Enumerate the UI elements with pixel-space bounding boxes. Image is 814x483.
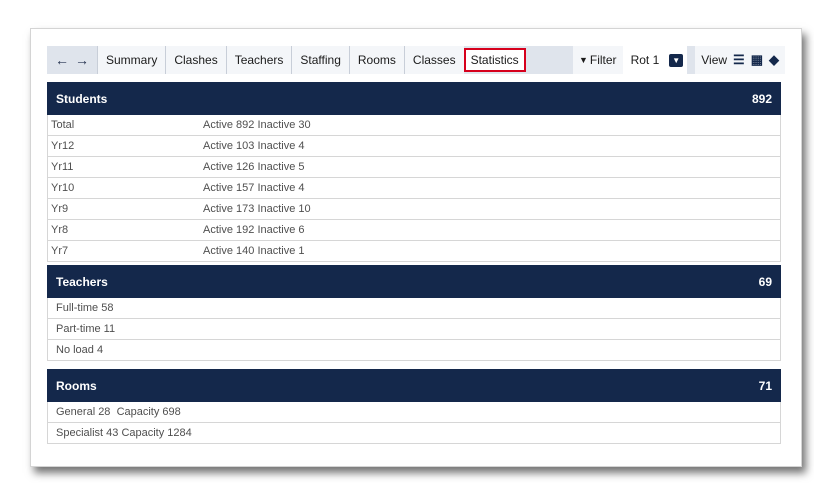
rotation-select[interactable]: Rot 1 ▼ <box>622 46 688 74</box>
row-label: Yr8 <box>51 224 69 236</box>
capacity-value: Capacity 698 <box>116 406 181 418</box>
history-nav: ← → <box>47 46 97 74</box>
table-row: Yr9 Active 173 Inactive 10 <box>48 198 780 219</box>
teachers-table: Full-time 58 Part-time 11 No load 4 <box>47 298 781 361</box>
active-count: Active 173 <box>203 203 255 215</box>
inactive-count: Inactive 4 <box>257 140 305 152</box>
filter-button[interactable]: ▼ Filter <box>573 46 623 74</box>
row-label: Yr10 <box>51 182 75 194</box>
row-label: Part-time 11 <box>56 323 116 335</box>
inactive-count: Inactive 1 <box>257 245 305 257</box>
table-row: Yr11 Active 126 Inactive 5 <box>48 156 780 177</box>
filter-group: ▼ Filter Rot 1 ▼ <box>572 46 688 74</box>
students-table: Total Active 892 Inactive 30 Yr12 Active… <box>47 115 781 262</box>
row-label: Yr11 <box>51 161 74 173</box>
row-label: Yr12 <box>51 140 75 152</box>
row-label: Full-time 58 <box>56 302 114 314</box>
table-row: Yr10 Active 157 Inactive 4 <box>48 177 780 198</box>
tab-clashes[interactable]: Clashes <box>165 46 226 74</box>
filter-icon: ▼ <box>578 55 588 65</box>
students-header: Students 892 <box>47 82 781 115</box>
students-total: 892 <box>751 91 772 106</box>
view-label: View <box>701 53 728 67</box>
inactive-count: Inactive 6 <box>257 224 305 236</box>
inactive-count: Inactive 5 <box>257 161 305 173</box>
table-row: Yr7 Active 140 Inactive 1 <box>48 240 780 261</box>
tab-statistics[interactable]: Statistics <box>463 48 526 72</box>
row-label: Specialist 43 <box>56 427 119 439</box>
tab-teachers[interactable]: Teachers <box>225 46 292 74</box>
table-row: Specialist 43 Capacity 1284 <box>48 422 780 443</box>
active-count: Active 892 <box>203 119 255 131</box>
help-icon[interactable]: ◆ <box>769 52 779 68</box>
view-group: View ☰ ▦ ◆ <box>695 46 785 74</box>
rooms-title: Rooms <box>56 378 97 393</box>
table-row: No load 4 <box>48 339 780 360</box>
active-count: Active 157 <box>203 182 255 194</box>
chevron-down-icon: ▼ <box>669 53 684 67</box>
row-label: Yr9 <box>51 203 69 215</box>
tab-rooms[interactable]: Rooms <box>348 46 404 74</box>
table-row: Full-time 58 <box>48 298 780 318</box>
arrow-left-icon[interactable]: ← <box>55 52 69 68</box>
tab-staffing[interactable]: Staffing <box>291 46 349 74</box>
statistics-panel: ← → Summary Clashes Teachers Staffing Ro… <box>30 28 802 467</box>
active-count: Active 103 <box>203 140 255 152</box>
row-label: Yr7 <box>51 245 69 257</box>
filter-label: Filter <box>589 53 617 67</box>
table-row: Yr8 Active 192 Inactive 6 <box>48 219 780 240</box>
row-label: General 28 <box>56 406 111 418</box>
inactive-count: Inactive 4 <box>257 182 305 194</box>
capacity-value: Capacity 1284 <box>121 427 192 439</box>
rooms-header: Rooms 71 <box>47 369 781 402</box>
row-label: No load 4 <box>56 344 104 356</box>
students-title: Students <box>56 91 108 106</box>
table-row: Total Active 892 Inactive 30 <box>48 115 780 135</box>
inactive-count: Inactive 10 <box>257 203 311 215</box>
table-view-icon[interactable]: ▦ <box>751 52 763 68</box>
arrow-right-icon[interactable]: → <box>75 52 89 68</box>
teachers-header: Teachers 69 <box>47 265 781 298</box>
toolbar: ← → Summary Clashes Teachers Staffing Ro… <box>47 46 785 74</box>
active-count: Active 192 <box>203 224 255 236</box>
teachers-title: Teachers <box>56 274 108 289</box>
row-label: Total <box>51 119 75 131</box>
tab-summary[interactable]: Summary <box>97 46 166 74</box>
tab-classes[interactable]: Classes <box>403 46 464 74</box>
table-row: General 28 Capacity 698 <box>48 402 780 422</box>
teachers-total: 69 <box>758 274 772 289</box>
inactive-count: Inactive 30 <box>257 119 311 131</box>
active-count: Active 140 <box>203 245 255 257</box>
list-view-icon[interactable]: ☰ <box>733 52 745 68</box>
table-row: Yr12 Active 103 Inactive 4 <box>48 135 780 156</box>
rooms-total: 71 <box>758 378 772 393</box>
table-row: Part-time 11 <box>48 318 780 339</box>
active-count: Active 126 <box>203 161 255 173</box>
rotation-value: Rot 1 <box>630 53 660 67</box>
rooms-table: General 28 Capacity 698 Specialist 43 Ca… <box>47 402 781 444</box>
